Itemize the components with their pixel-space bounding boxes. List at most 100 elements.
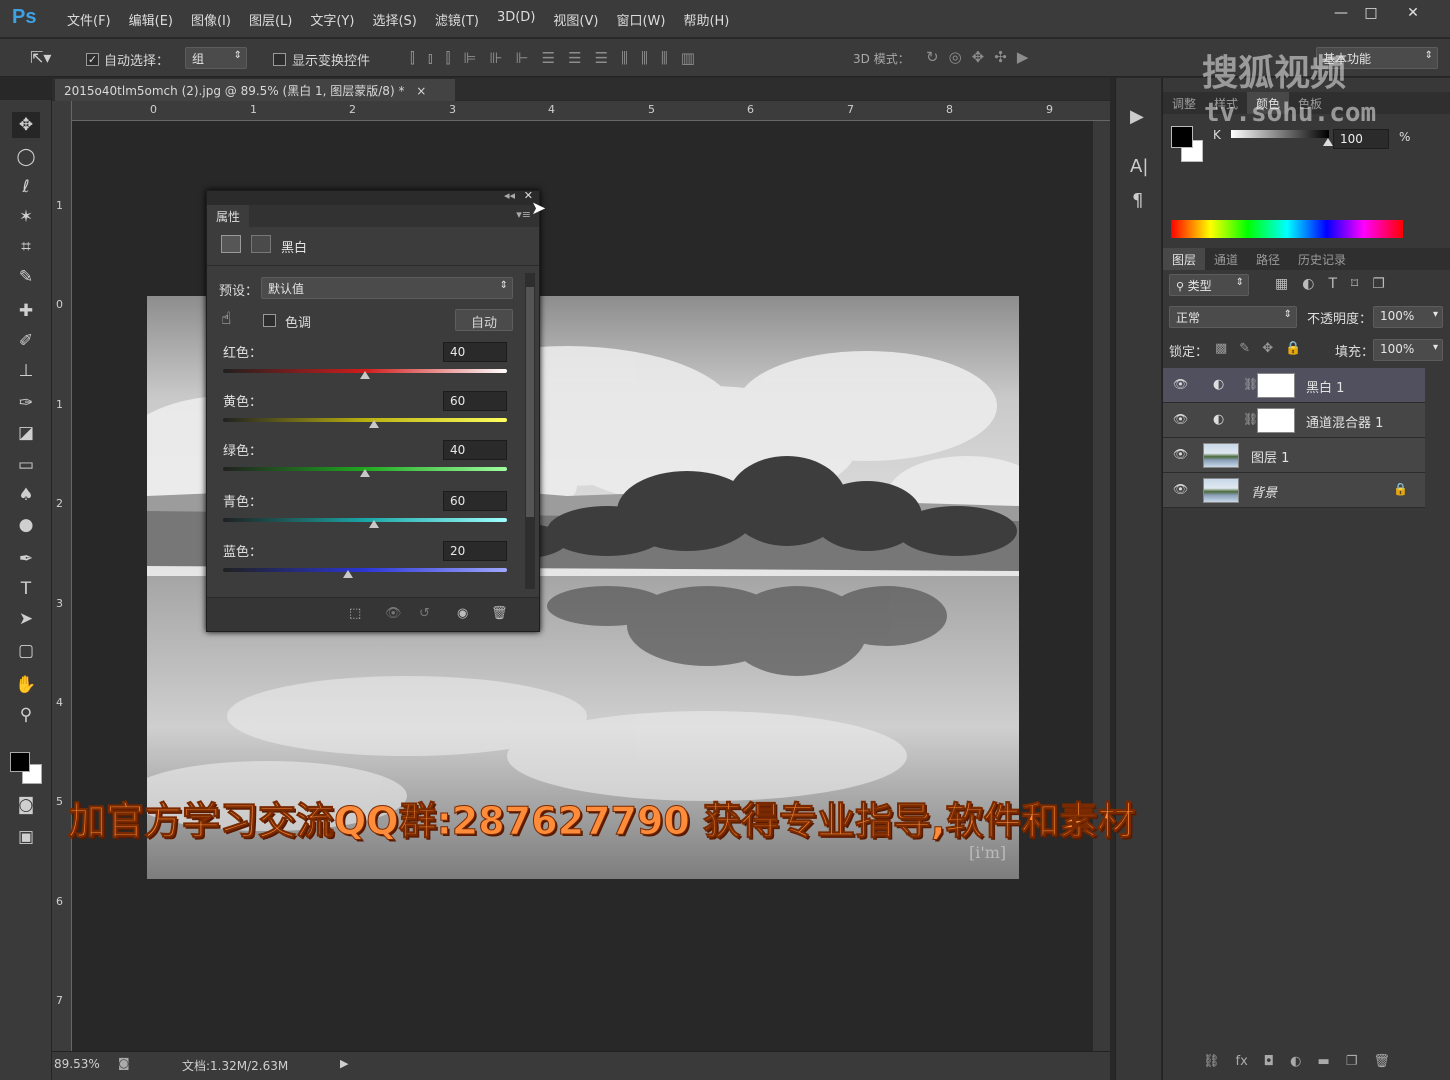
align-hcenter-icon[interactable]: ⊪ bbox=[490, 49, 503, 67]
zoom-tool-icon[interactable]: ⚲ bbox=[12, 702, 40, 728]
magic-wand-tool-icon[interactable]: ✶ bbox=[12, 204, 40, 230]
slider-value-yellow[interactable]: 60 bbox=[443, 391, 507, 411]
slider-track-yellow[interactable] bbox=[223, 418, 507, 422]
menu-select[interactable]: 选择(S) bbox=[363, 10, 425, 29]
clone-stamp-tool-icon[interactable]: ⊥ bbox=[12, 358, 40, 384]
align-vcenter-icon[interactable]: ⫾ bbox=[428, 49, 433, 67]
menu-type[interactable]: 文字(Y) bbox=[301, 10, 363, 29]
eraser-tool-icon[interactable]: ◪ bbox=[12, 420, 40, 446]
k-value-field[interactable]: 100 bbox=[1333, 129, 1389, 149]
fill-field[interactable]: 100% ▾ bbox=[1373, 339, 1443, 361]
clip-to-layer-icon[interactable]: ⬚ bbox=[349, 606, 361, 621]
3d-roll-icon[interactable]: ◎ bbox=[949, 48, 962, 66]
tab-layers[interactable]: 图层 bbox=[1163, 248, 1206, 270]
brush-tool-icon[interactable]: ✐ bbox=[12, 328, 40, 354]
new-adjustment-icon[interactable]: ◐ bbox=[1290, 1054, 1301, 1069]
layer-mask-thumbnail[interactable] bbox=[1257, 373, 1295, 398]
new-layer-icon[interactable]: ❐ bbox=[1346, 1054, 1358, 1069]
lasso-tool-icon[interactable]: ℓ bbox=[12, 174, 40, 200]
tab-history[interactable]: 历史记录 bbox=[1289, 248, 1355, 270]
3d-pan-icon[interactable]: ✥ bbox=[972, 48, 985, 66]
foreground-color-swatch[interactable] bbox=[10, 752, 30, 772]
gradient-tool-icon[interactable]: ▭ bbox=[12, 452, 40, 478]
type-tool-icon[interactable]: T bbox=[12, 576, 40, 602]
3d-scale-icon[interactable]: ▶ bbox=[1017, 48, 1029, 66]
document-tab[interactable]: 2015o40tlm5omch (2).jpg @ 89.5% (黑白 1, 图… bbox=[55, 79, 455, 101]
layer-row[interactable]: 👁 图层 1 bbox=[1163, 438, 1425, 473]
close-button[interactable]: ✕ bbox=[1398, 4, 1428, 22]
layer-filter-dropdown[interactable]: ⚲ 类型 ⇕ bbox=[1169, 274, 1249, 296]
distribute-bottom-icon[interactable]: ☰ bbox=[595, 49, 608, 67]
menu-edit[interactable]: 编辑(E) bbox=[120, 10, 182, 29]
lock-position-icon[interactable]: ✥ bbox=[1262, 341, 1273, 356]
move-tool-icon[interactable]: ✥ bbox=[12, 112, 40, 138]
tab-adjustments[interactable]: 调整 bbox=[1163, 92, 1205, 114]
slider-value-red[interactable]: 40 bbox=[443, 342, 507, 362]
slider-value-green[interactable]: 40 bbox=[443, 440, 507, 460]
collapse-icon[interactable]: ◂◂ bbox=[504, 189, 515, 202]
blend-mode-dropdown[interactable]: 正常 ⇕ bbox=[1169, 306, 1297, 328]
quick-mask-icon[interactable]: ◙ bbox=[12, 792, 40, 818]
align-bottom-icon[interactable]: ⫿ bbox=[446, 49, 451, 67]
crop-tool-icon[interactable]: ⌗ bbox=[12, 234, 40, 260]
new-group-icon[interactable]: ▬ bbox=[1317, 1054, 1329, 1069]
visibility-eye-icon[interactable]: 👁 bbox=[1173, 482, 1189, 496]
auto-button[interactable]: 自动 bbox=[455, 309, 513, 331]
slider-track-blue[interactable] bbox=[223, 568, 507, 572]
zoom-level[interactable]: 89.53% bbox=[54, 1057, 100, 1071]
slider-thumb-red[interactable] bbox=[360, 371, 370, 379]
layer-thumbnail[interactable] bbox=[1203, 443, 1239, 468]
marquee-tool-icon[interactable]: ◯ bbox=[12, 144, 40, 170]
menu-help[interactable]: 帮助(H) bbox=[674, 10, 738, 29]
play-actions-icon[interactable]: ▶ bbox=[1130, 106, 1144, 127]
tab-paths[interactable]: 路径 bbox=[1247, 248, 1289, 270]
align-left-icon[interactable]: ⊫ bbox=[463, 49, 476, 67]
panel-menu-icon[interactable]: ▾≡ bbox=[516, 208, 531, 221]
slider-value-blue[interactable]: 20 bbox=[443, 541, 507, 561]
3d-rotate-icon[interactable]: ↻ bbox=[926, 48, 939, 66]
status-info-icon[interactable]: ◙ bbox=[118, 1056, 130, 1070]
menu-view[interactable]: 视图(V) bbox=[544, 10, 607, 29]
visibility-eye-icon[interactable]: 👁 bbox=[1173, 377, 1189, 391]
dodge-tool-icon[interactable]: ● bbox=[12, 512, 40, 538]
properties-tab[interactable]: 属性 bbox=[207, 205, 250, 228]
canvas-scrollbar[interactable] bbox=[1093, 121, 1110, 1051]
filter-pixel-icon[interactable]: ▦ bbox=[1275, 276, 1288, 292]
k-slider-thumb[interactable] bbox=[1323, 138, 1333, 146]
layer-thumbnail[interactable] bbox=[1203, 478, 1239, 503]
history-brush-tool-icon[interactable]: ✑ bbox=[12, 390, 40, 416]
auto-select-dropdown[interactable]: 组 ⇕ bbox=[185, 47, 247, 69]
slider-thumb-green[interactable] bbox=[360, 469, 370, 477]
align-top-icon[interactable]: ⫿ bbox=[410, 49, 415, 67]
lock-pixels-icon[interactable]: ✎ bbox=[1239, 341, 1250, 356]
panel-scrollbar[interactable] bbox=[525, 273, 535, 589]
hand-tool-icon[interactable]: ✋ bbox=[12, 672, 40, 698]
chain-link-icon[interactable]: ⛓ bbox=[1243, 377, 1258, 391]
panel-header[interactable]: ◂◂ ✕ bbox=[207, 189, 539, 205]
mask-icon[interactable] bbox=[251, 235, 271, 253]
menu-window[interactable]: 窗口(W) bbox=[607, 10, 674, 29]
slider-track-cyan[interactable] bbox=[223, 518, 507, 522]
slider-thumb-cyan[interactable] bbox=[368, 520, 379, 528]
adjustment-icon[interactable] bbox=[221, 235, 241, 253]
maximize-button[interactable]: □ bbox=[1356, 4, 1386, 22]
healing-brush-tool-icon[interactable]: ✚ bbox=[12, 298, 40, 324]
tint-checkbox[interactable] bbox=[263, 314, 276, 327]
move-tool-preset-icon[interactable]: ⇱▾ bbox=[30, 48, 51, 67]
slider-thumb-blue[interactable] bbox=[342, 570, 353, 578]
menu-file[interactable]: 文件(F) bbox=[58, 10, 120, 29]
tab-channels[interactable]: 通道 bbox=[1205, 248, 1247, 270]
visibility-eye-icon[interactable]: 👁 bbox=[1173, 447, 1189, 461]
filter-smart-icon[interactable]: ❐ bbox=[1372, 276, 1385, 292]
layer-mask-thumbnail[interactable] bbox=[1257, 408, 1295, 433]
distribute-left-icon[interactable]: ⫼ bbox=[621, 49, 628, 67]
menu-layer[interactable]: 图层(L) bbox=[240, 10, 301, 29]
blur-tool-icon[interactable]: ♠ bbox=[12, 482, 40, 508]
distribute-top-icon[interactable]: ☰ bbox=[542, 49, 555, 67]
filter-type-icon[interactable]: T bbox=[1328, 276, 1337, 292]
menu-image[interactable]: 图像(I) bbox=[182, 10, 240, 29]
path-selection-tool-icon[interactable]: ➤ bbox=[12, 606, 40, 632]
visibility-icon[interactable]: ◉ bbox=[457, 606, 468, 621]
tab-close-icon[interactable]: × bbox=[416, 84, 426, 98]
eyedropper-tool-icon[interactable]: ✎ bbox=[12, 264, 40, 290]
